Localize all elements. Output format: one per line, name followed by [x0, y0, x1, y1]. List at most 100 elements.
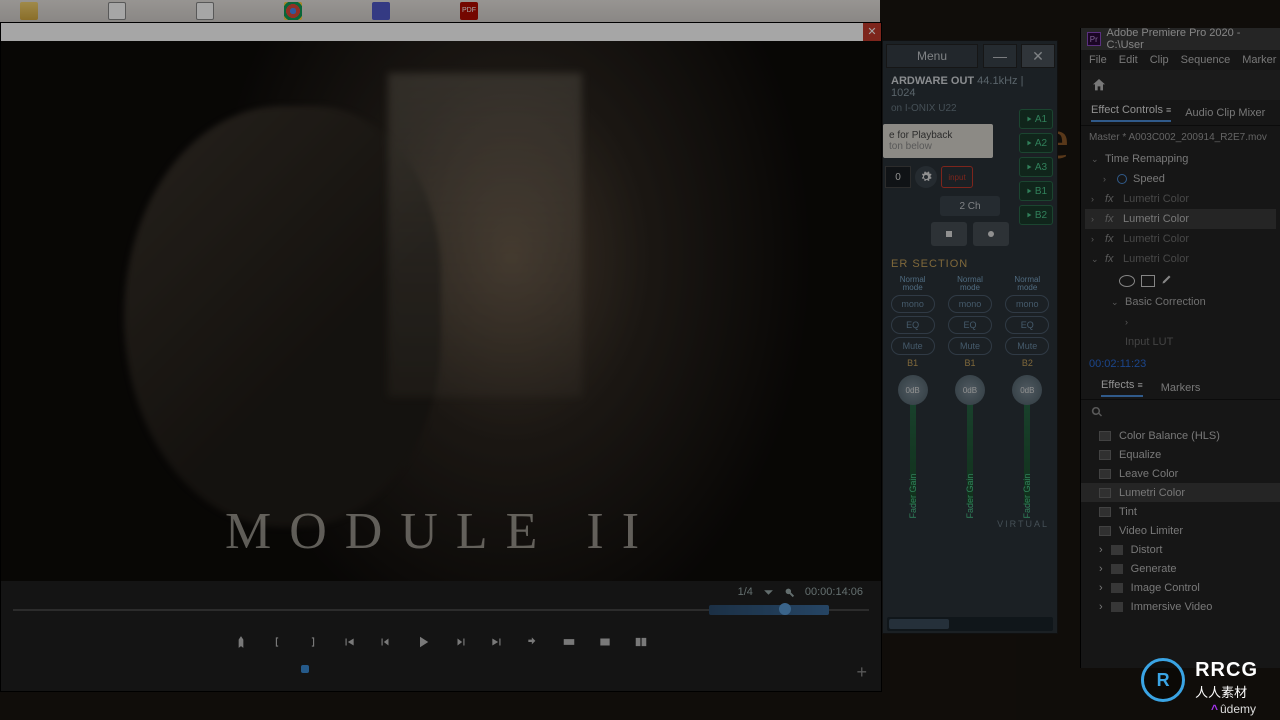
effect-item[interactable]: Tint	[1081, 502, 1280, 521]
buffer-field[interactable]: 0	[885, 166, 911, 188]
fader[interactable]: 0dBFader Gain	[967, 375, 973, 515]
input-badge[interactable]: input	[941, 166, 973, 188]
route-a2[interactable]: A2	[1019, 133, 1053, 153]
channel-box[interactable]: 2 Ch	[940, 196, 1000, 216]
pages-icon[interactable]	[196, 2, 214, 20]
export-frame-icon[interactable]	[598, 635, 612, 654]
out-bracket-icon[interactable]	[306, 635, 320, 654]
route-b2[interactable]: B2	[1019, 205, 1053, 225]
tree-lumetri[interactable]: ›fxLumetri Color	[1085, 229, 1276, 249]
strip-mode[interactable]: Normalmode	[957, 276, 983, 292]
teams-icon[interactable]	[372, 2, 390, 20]
overwrite-icon[interactable]	[562, 635, 576, 654]
sync-indicator[interactable]	[301, 665, 309, 673]
mute-button[interactable]: Mute	[948, 337, 992, 355]
tree-time-remapping[interactable]: ⌄Time Remapping	[1085, 149, 1276, 169]
panel-timecode[interactable]: 00:02:11:23	[1081, 352, 1280, 376]
mono-button[interactable]: mono	[1005, 295, 1049, 313]
mono-button[interactable]: mono	[891, 295, 935, 313]
effects-search[interactable]	[1081, 400, 1280, 424]
pdf-icon[interactable]: PDF	[460, 2, 478, 20]
audio-menu-button[interactable]: Menu	[886, 44, 978, 68]
fader[interactable]: 0dBFader Gain	[1024, 375, 1030, 515]
video-viewport[interactable]: MODULE II	[1, 41, 881, 581]
fader-knob[interactable]: 0dB	[898, 375, 928, 405]
chrome-icon[interactable]	[284, 2, 302, 20]
fader[interactable]: 0dBFader Gain	[910, 375, 916, 515]
timeline-zoom-bar[interactable]	[709, 605, 829, 615]
home-button[interactable]	[1081, 70, 1280, 100]
stopwatch-icon[interactable]	[1117, 174, 1127, 184]
mute-button[interactable]: Mute	[891, 337, 935, 355]
textedit-icon[interactable]	[108, 2, 126, 20]
tab-effect-controls[interactable]: Effect Controls≡	[1091, 104, 1171, 122]
mute-button[interactable]: Mute	[1005, 337, 1049, 355]
in-bracket-icon[interactable]	[270, 635, 284, 654]
menu-clip[interactable]: Clip	[1150, 54, 1169, 66]
effect-folder[interactable]: ›Generate	[1081, 559, 1280, 578]
ellipse-mask-icon[interactable]	[1119, 275, 1135, 287]
tree-speed[interactable]: ›Speed	[1085, 169, 1276, 189]
folder-icon	[1111, 602, 1123, 612]
tree-lumetri[interactable]: ›fxLumetri Color	[1085, 209, 1276, 229]
premiere-titlebar[interactable]: Pr Adobe Premiere Pro 2020 - C:\User	[1081, 28, 1280, 50]
rect-mask-icon[interactable]	[1141, 275, 1155, 287]
strip-mode[interactable]: Normalmode	[1014, 276, 1040, 292]
chevron-down-icon[interactable]	[763, 587, 774, 598]
effect-item[interactable]: Equalize	[1081, 445, 1280, 464]
route-a3[interactable]: A3	[1019, 157, 1053, 177]
effect-item[interactable]: Video Limiter	[1081, 521, 1280, 540]
minimize-button[interactable]: —	[983, 44, 1017, 68]
fader-knob[interactable]: 0dB	[955, 375, 985, 405]
tree-row[interactable]: ›	[1085, 312, 1276, 332]
record-button[interactable]	[973, 222, 1009, 246]
window-titlebar[interactable]: ✕	[1, 23, 881, 41]
tree-lumetri[interactable]: ›fxLumetri Color	[1085, 189, 1276, 209]
finder-icon[interactable]	[20, 2, 38, 20]
effect-item[interactable]: Color Balance (HLS)	[1081, 426, 1280, 445]
menu-markers[interactable]: Marker	[1242, 54, 1276, 66]
menu-sequence[interactable]: Sequence	[1181, 54, 1231, 66]
timeline-playhead[interactable]	[779, 603, 791, 615]
mono-button[interactable]: mono	[948, 295, 992, 313]
effect-folder[interactable]: ›Immersive Video	[1081, 597, 1280, 616]
route-b1[interactable]: B1	[1019, 181, 1053, 201]
menu-edit[interactable]: Edit	[1119, 54, 1138, 66]
eq-button[interactable]: EQ	[1005, 316, 1049, 334]
step-forward-icon[interactable]	[454, 635, 468, 654]
strip-label: B1	[907, 358, 918, 368]
menu-file[interactable]: File	[1089, 54, 1107, 66]
tab-effects[interactable]: Effects≡	[1101, 379, 1143, 397]
close-button[interactable]: ✕	[1021, 44, 1055, 68]
close-button[interactable]: ✕	[863, 23, 881, 41]
video-timeline[interactable]	[13, 603, 869, 617]
step-back-icon[interactable]	[378, 635, 392, 654]
stop-button[interactable]	[931, 222, 967, 246]
tree-basic-correction[interactable]: ⌄Basic Correction	[1085, 292, 1276, 312]
go-start-icon[interactable]	[342, 635, 356, 654]
compare-icon[interactable]	[634, 635, 648, 654]
play-button[interactable]	[414, 633, 432, 656]
strip-mode[interactable]: Normalmode	[900, 276, 926, 292]
effect-folder[interactable]: ›Distort	[1081, 540, 1280, 559]
tab-audio-clip-mixer[interactable]: Audio Clip Mixer	[1185, 107, 1265, 119]
eq-button[interactable]: EQ	[948, 316, 992, 334]
marker-icon[interactable]	[234, 635, 248, 654]
eq-button[interactable]: EQ	[891, 316, 935, 334]
pen-mask-icon[interactable]	[1161, 273, 1173, 288]
tab-markers[interactable]: Markers	[1161, 382, 1201, 394]
tree-input-lut[interactable]: Input LUT	[1085, 332, 1276, 352]
add-button[interactable]: +	[856, 662, 867, 683]
go-end-icon[interactable]	[490, 635, 504, 654]
insert-icon[interactable]	[526, 635, 540, 654]
route-a1[interactable]: A1	[1019, 109, 1053, 129]
wrench-icon[interactable]	[784, 587, 795, 598]
effect-item[interactable]: Lumetri Color	[1081, 483, 1280, 502]
gear-icon[interactable]	[915, 166, 937, 188]
effect-folder[interactable]: ›Image Control	[1081, 578, 1280, 597]
effect-item[interactable]: Leave Color	[1081, 464, 1280, 483]
horizontal-scrollbar[interactable]	[887, 617, 1053, 631]
playback-fraction[interactable]: 1/4	[738, 586, 753, 598]
fader-knob[interactable]: 0dB	[1012, 375, 1042, 405]
tree-lumetri[interactable]: ⌄fxLumetri Color	[1085, 249, 1276, 269]
